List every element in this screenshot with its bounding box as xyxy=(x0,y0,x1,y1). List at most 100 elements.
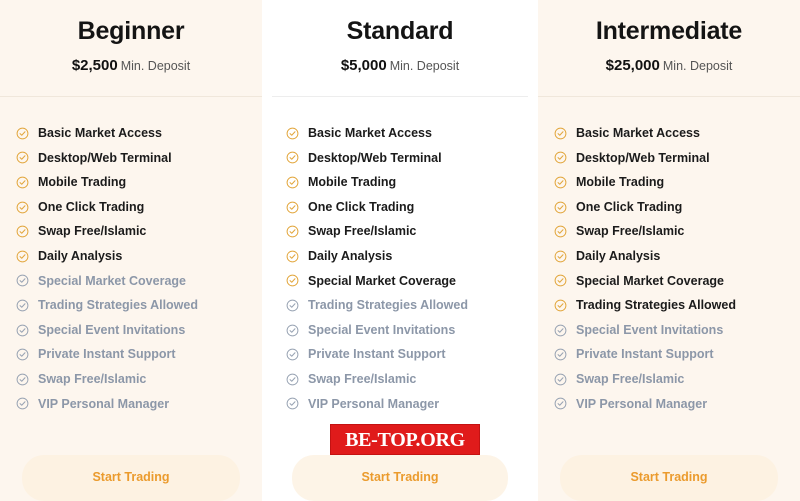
feature-item: Mobile Trading xyxy=(538,170,800,195)
feature-label: Special Event Invitations xyxy=(576,322,724,337)
plan-price: $2,500 xyxy=(71,57,118,74)
pricing-table: Beginner $2,500 Min. Deposit Basic Market A… xyxy=(0,0,800,501)
feature-label: Daily Analysis xyxy=(308,249,393,264)
feature-item: One Click Trading xyxy=(272,195,528,220)
plan-price-row: $2,500 Min. Deposit xyxy=(0,58,262,74)
check-circle-icon xyxy=(286,250,299,263)
feature-label: Swap Free/Islamic xyxy=(576,224,685,239)
feature-item: Desktop/Web Terminal xyxy=(272,146,528,171)
check-circle-icon xyxy=(554,250,567,263)
feature-label: Swap Free/Islamic xyxy=(308,224,417,239)
feature-label: Desktop/Web Terminal xyxy=(308,150,442,165)
plan-card-intermediate: Intermediate $25,000 Min. Deposit Basic Mar… xyxy=(538,0,800,501)
check-circle-icon xyxy=(16,225,29,238)
feature-label: Special Event Invitations xyxy=(308,322,456,337)
check-circle-icon xyxy=(286,348,299,361)
check-circle-icon xyxy=(286,397,299,410)
feature-label: Mobile Trading xyxy=(38,175,127,190)
check-circle-icon xyxy=(16,397,29,410)
feature-item: Daily Analysis xyxy=(0,244,262,269)
feature-item: Mobile Trading xyxy=(272,170,528,195)
check-circle-icon xyxy=(554,324,567,336)
start-trading-button[interactable]: Start Trading xyxy=(292,455,508,501)
feature-label: Daily Analysis xyxy=(576,249,661,264)
feature-label: Basic Market Access xyxy=(38,126,162,141)
check-circle-icon xyxy=(286,274,299,287)
feature-item: VIP Personal Manager xyxy=(272,392,528,417)
check-circle-icon xyxy=(554,348,567,361)
check-circle-icon xyxy=(16,348,29,361)
feature-label: Special Market Coverage xyxy=(576,273,724,288)
feature-list: Basic Market Access Desktop/Web Terminal M… xyxy=(538,97,800,453)
feature-item: VIP Personal Manager xyxy=(538,392,800,417)
feature-list: Basic Market Access Desktop/Web Terminal M… xyxy=(0,97,262,453)
feature-item: Trading Strategies Allowed xyxy=(272,293,528,318)
feature-item: Special Market Coverage xyxy=(272,269,528,294)
check-circle-icon xyxy=(16,151,29,164)
watermark-text: BE-TOP.ORG xyxy=(345,428,465,451)
check-circle-icon xyxy=(554,127,567,140)
feature-label: Trading Strategies Allowed xyxy=(38,298,198,313)
plan-title: Intermediate xyxy=(595,17,743,45)
check-circle-icon xyxy=(16,250,29,263)
feature-label: Basic Market Access xyxy=(576,126,700,141)
start-trading-button[interactable]: Start Trading xyxy=(560,455,778,501)
feature-label: Special Market Coverage xyxy=(38,273,186,288)
check-circle-icon xyxy=(286,324,299,336)
column-divider xyxy=(528,0,538,501)
feature-label: One Click Trading xyxy=(38,199,145,214)
cta-container: Start Trading xyxy=(0,455,262,501)
feature-item: VIP Personal Manager xyxy=(0,392,262,417)
feature-item: Basic Market Access xyxy=(272,121,528,146)
check-circle-icon xyxy=(16,299,29,312)
feature-item: Basic Market Access xyxy=(0,121,262,146)
feature-label: Desktop/Web Terminal xyxy=(38,150,172,165)
feature-label: VIP Personal Manager xyxy=(38,396,170,411)
feature-item: Desktop/Web Terminal xyxy=(0,146,262,171)
cta-container: Start Trading xyxy=(538,455,800,501)
feature-label: Basic Market Access xyxy=(308,126,432,141)
check-circle-icon xyxy=(286,373,299,386)
cta-container: Start Trading xyxy=(272,455,528,501)
feature-label: Private Instant Support xyxy=(576,347,714,362)
start-trading-button[interactable]: Start Trading xyxy=(22,455,240,501)
feature-item: Private Instant Support xyxy=(0,342,262,367)
check-circle-icon xyxy=(286,225,299,238)
check-circle-icon xyxy=(554,299,567,312)
feature-label: Swap Free/Islamic xyxy=(38,371,147,386)
check-circle-icon xyxy=(554,176,567,189)
check-circle-icon xyxy=(16,324,29,336)
feature-item: Special Event Invitations xyxy=(0,318,262,343)
feature-label: Trading Strategies Allowed xyxy=(308,298,468,313)
check-circle-icon xyxy=(554,151,567,164)
column-divider xyxy=(262,0,272,501)
feature-label: VIP Personal Manager xyxy=(308,396,440,411)
plan-price-note: Min. Deposit xyxy=(120,59,191,73)
feature-item: Desktop/Web Terminal xyxy=(538,146,800,171)
feature-label: Swap Free/Islamic xyxy=(576,371,685,386)
feature-item: One Click Trading xyxy=(538,195,800,220)
check-circle-icon xyxy=(286,201,299,213)
feature-item: One Click Trading xyxy=(0,195,262,220)
feature-label: Swap Free/Islamic xyxy=(38,224,147,239)
plan-price-note: Min. Deposit xyxy=(662,59,733,73)
feature-item: Trading Strategies Allowed xyxy=(538,293,800,318)
feature-item: Mobile Trading xyxy=(0,170,262,195)
plan-price: $5,000 xyxy=(340,57,387,74)
plan-price-row: $25,000 Min. Deposit xyxy=(538,58,800,74)
check-circle-icon xyxy=(286,127,299,140)
feature-item: Special Event Invitations xyxy=(272,318,528,343)
feature-item: Special Event Invitations xyxy=(538,318,800,343)
check-circle-icon xyxy=(554,397,567,410)
feature-item: Special Market Coverage xyxy=(538,269,800,294)
feature-item: Swap Free/Islamic xyxy=(538,219,800,244)
plan-title: Beginner xyxy=(77,17,185,45)
check-circle-icon xyxy=(16,176,29,189)
plan-header: Intermediate $25,000 Min. Deposit xyxy=(538,0,800,97)
plan-price: $25,000 xyxy=(605,57,660,74)
feature-label: Mobile Trading xyxy=(308,175,397,190)
check-circle-icon xyxy=(286,299,299,312)
check-circle-icon xyxy=(16,127,29,140)
feature-label: Daily Analysis xyxy=(38,249,123,264)
check-circle-icon xyxy=(16,201,29,213)
